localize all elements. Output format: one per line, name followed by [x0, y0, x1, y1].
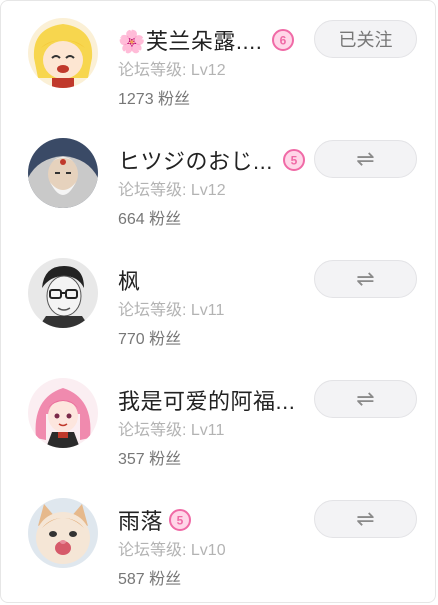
mutual-follow-button[interactable]: ⇌: [314, 260, 417, 298]
fan-count: 770 粉丝: [118, 331, 182, 348]
user-name[interactable]: 雨落: [118, 504, 163, 536]
forum-level: 论坛等级: Lv11: [118, 422, 225, 439]
mutual-follow-icon: ⇌: [356, 506, 375, 532]
fan-count: 357 粉丝: [118, 451, 182, 468]
user-row[interactable]: 我是可爱的阿福... 论坛等级: Lv11 357 粉丝 ⇌: [1, 361, 437, 473]
pink-hair-anime-avatar[interactable]: [28, 378, 98, 448]
glasses-man-sketch-avatar[interactable]: [28, 258, 98, 328]
mutual-follow-button[interactable]: ⇌: [314, 380, 417, 418]
user-name[interactable]: ヒツジのおじ...: [118, 144, 273, 176]
followed-button[interactable]: 已关注: [314, 20, 417, 58]
fan-count: 1273 粉丝: [118, 91, 191, 108]
forum-level: 论坛等级: Lv11: [118, 302, 225, 319]
level-badge-number: 6: [280, 34, 287, 48]
mutual-follow-icon: ⇌: [356, 266, 375, 292]
user-row[interactable]: 雨落 5 论坛等级: Lv10 587 粉丝 ⇌: [1, 481, 437, 593]
user-row[interactable]: 枫 论坛等级: Lv11 770 粉丝 ⇌: [1, 241, 437, 353]
user-name[interactable]: 枫: [118, 264, 141, 296]
level-badge-number: 5: [291, 154, 298, 168]
kitten-avatar[interactable]: [28, 498, 98, 568]
user-name[interactable]: 我是可爱的阿福...: [118, 384, 295, 416]
fan-count: 664 粉丝: [118, 211, 182, 228]
user-row[interactable]: 🌸芙兰朵露.... 6 论坛等级: Lv12 1273 粉丝 已关注: [1, 1, 437, 113]
user-name[interactable]: 🌸芙兰朵露....: [118, 24, 262, 56]
mutual-follow-button[interactable]: ⇌: [314, 500, 417, 538]
follow-list-panel: 🌸芙兰朵露.... 6 论坛等级: Lv12 1273 粉丝 已关注 ヒツジのお…: [0, 0, 436, 603]
level-badge-icon: 6: [272, 29, 295, 51]
followed-label: 已关注: [338, 30, 393, 50]
mutual-follow-icon: ⇌: [356, 386, 375, 412]
forum-level: 论坛等级: Lv12: [118, 62, 226, 79]
white-haired-elder-avatar[interactable]: [28, 138, 98, 208]
forum-level: 论坛等级: Lv10: [118, 542, 226, 559]
user-row[interactable]: ヒツジのおじ... 5 论坛等级: Lv12 664 粉丝 ⇌: [1, 121, 437, 233]
anime-blonde-girl-avatar[interactable]: [28, 18, 98, 88]
level-badge-number: 5: [177, 514, 184, 528]
level-badge-icon: 5: [169, 509, 192, 531]
mutual-follow-button[interactable]: ⇌: [314, 140, 417, 178]
forum-level: 论坛等级: Lv12: [118, 182, 226, 199]
fan-count: 587 粉丝: [118, 571, 182, 588]
level-badge-icon: 5: [282, 149, 305, 171]
mutual-follow-icon: ⇌: [356, 146, 375, 172]
